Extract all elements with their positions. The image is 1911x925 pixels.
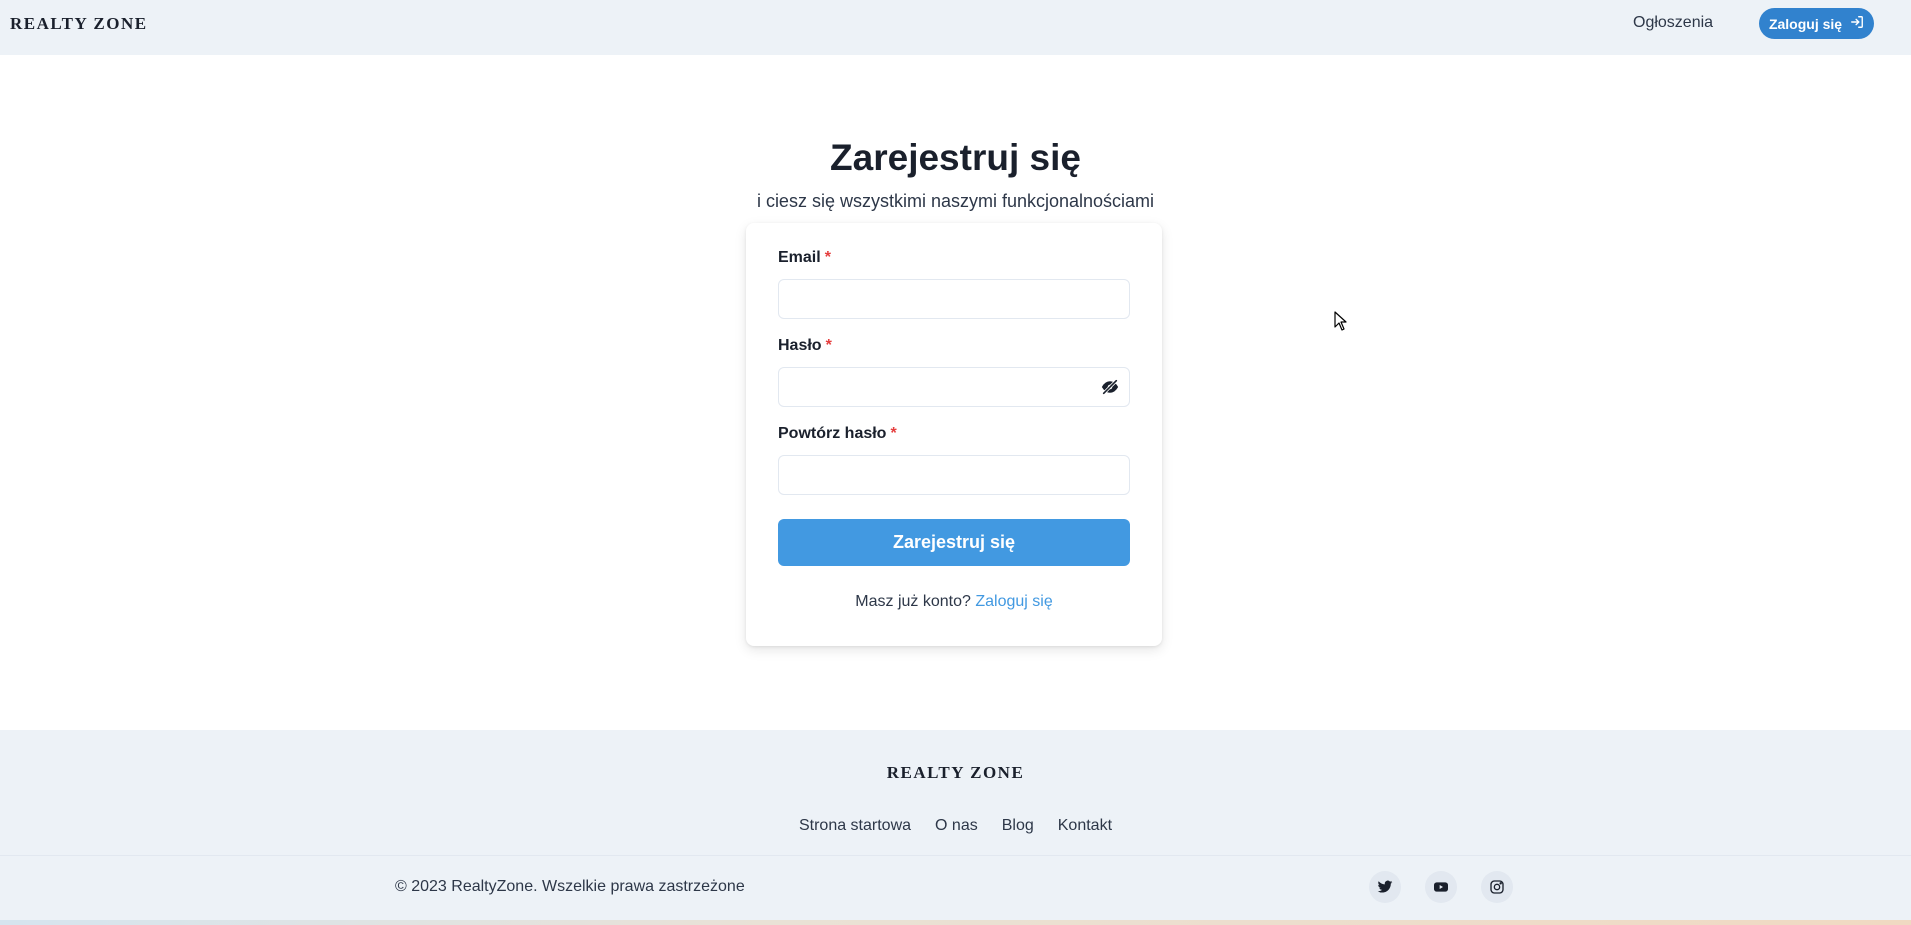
required-marker: *	[824, 249, 831, 266]
have-account-prompt: Masz już konto? Zaloguj się	[746, 593, 1162, 611]
nav-link-listings[interactable]: Ogłoszenia	[1633, 14, 1713, 32]
repeat-password-label: Powtórz hasło *	[778, 425, 897, 443]
login-button[interactable]: Zaloguj się	[1759, 8, 1874, 39]
eye-off-icon[interactable]	[1101, 378, 1119, 396]
email-field[interactable]	[778, 279, 1130, 319]
twitter-icon[interactable]	[1369, 871, 1401, 903]
footer-logo[interactable]: REALTY ZONE	[0, 763, 1911, 783]
repeat-password-label-text: Powtórz hasło	[778, 425, 887, 442]
register-form-card: Email * Hasło * Powtórz hasło * Zarejestruj…	[746, 223, 1162, 646]
required-marker: *	[890, 425, 897, 442]
password-label-text: Hasło	[778, 337, 822, 354]
login-button-label: Zaloguj się	[1768, 15, 1843, 32]
page-title: Zarejestruj się	[830, 137, 1081, 178]
copyright-text: © 2023 RealtyZone. Wszelkie prawa zastrz…	[395, 878, 745, 895]
login-link[interactable]: Zaloguj się	[975, 593, 1052, 610]
repeat-password-field[interactable]	[778, 455, 1130, 495]
footer-link-blog[interactable]: Blog	[1002, 817, 1034, 835]
login-arrow-icon	[1850, 15, 1864, 32]
page-subtitle: i ciesz się wszystkimi naszymi funkcjona…	[756, 191, 1155, 211]
footer-divider	[0, 855, 1911, 856]
youtube-icon[interactable]	[1425, 871, 1457, 903]
email-label-text: Email	[778, 249, 821, 266]
footer-link-contact[interactable]: Kontakt	[1058, 817, 1112, 835]
footer-link-about[interactable]: O nas	[935, 817, 978, 835]
password-field[interactable]	[778, 367, 1130, 407]
footer-link-home[interactable]: Strona startowa	[799, 817, 911, 835]
register-submit-button[interactable]: Zarejestruj się	[778, 519, 1130, 566]
mouse-cursor-icon	[1334, 311, 1347, 331]
have-account-text: Masz już konto?	[855, 593, 971, 610]
bottom-decorative-strip	[0, 920, 1911, 925]
instagram-icon[interactable]	[1481, 871, 1513, 903]
top-navbar: REALTY ZONE Ogłoszenia Zaloguj się	[0, 0, 1911, 55]
footer: REALTY ZONE Strona startowa O nas Blog K…	[0, 730, 1911, 925]
email-label: Email *	[778, 249, 831, 267]
password-label: Hasło *	[778, 337, 832, 355]
site-logo[interactable]: REALTY ZONE	[10, 14, 148, 34]
footer-nav: Strona startowa O nas Blog Kontakt	[0, 817, 1911, 835]
required-marker: *	[825, 337, 832, 354]
